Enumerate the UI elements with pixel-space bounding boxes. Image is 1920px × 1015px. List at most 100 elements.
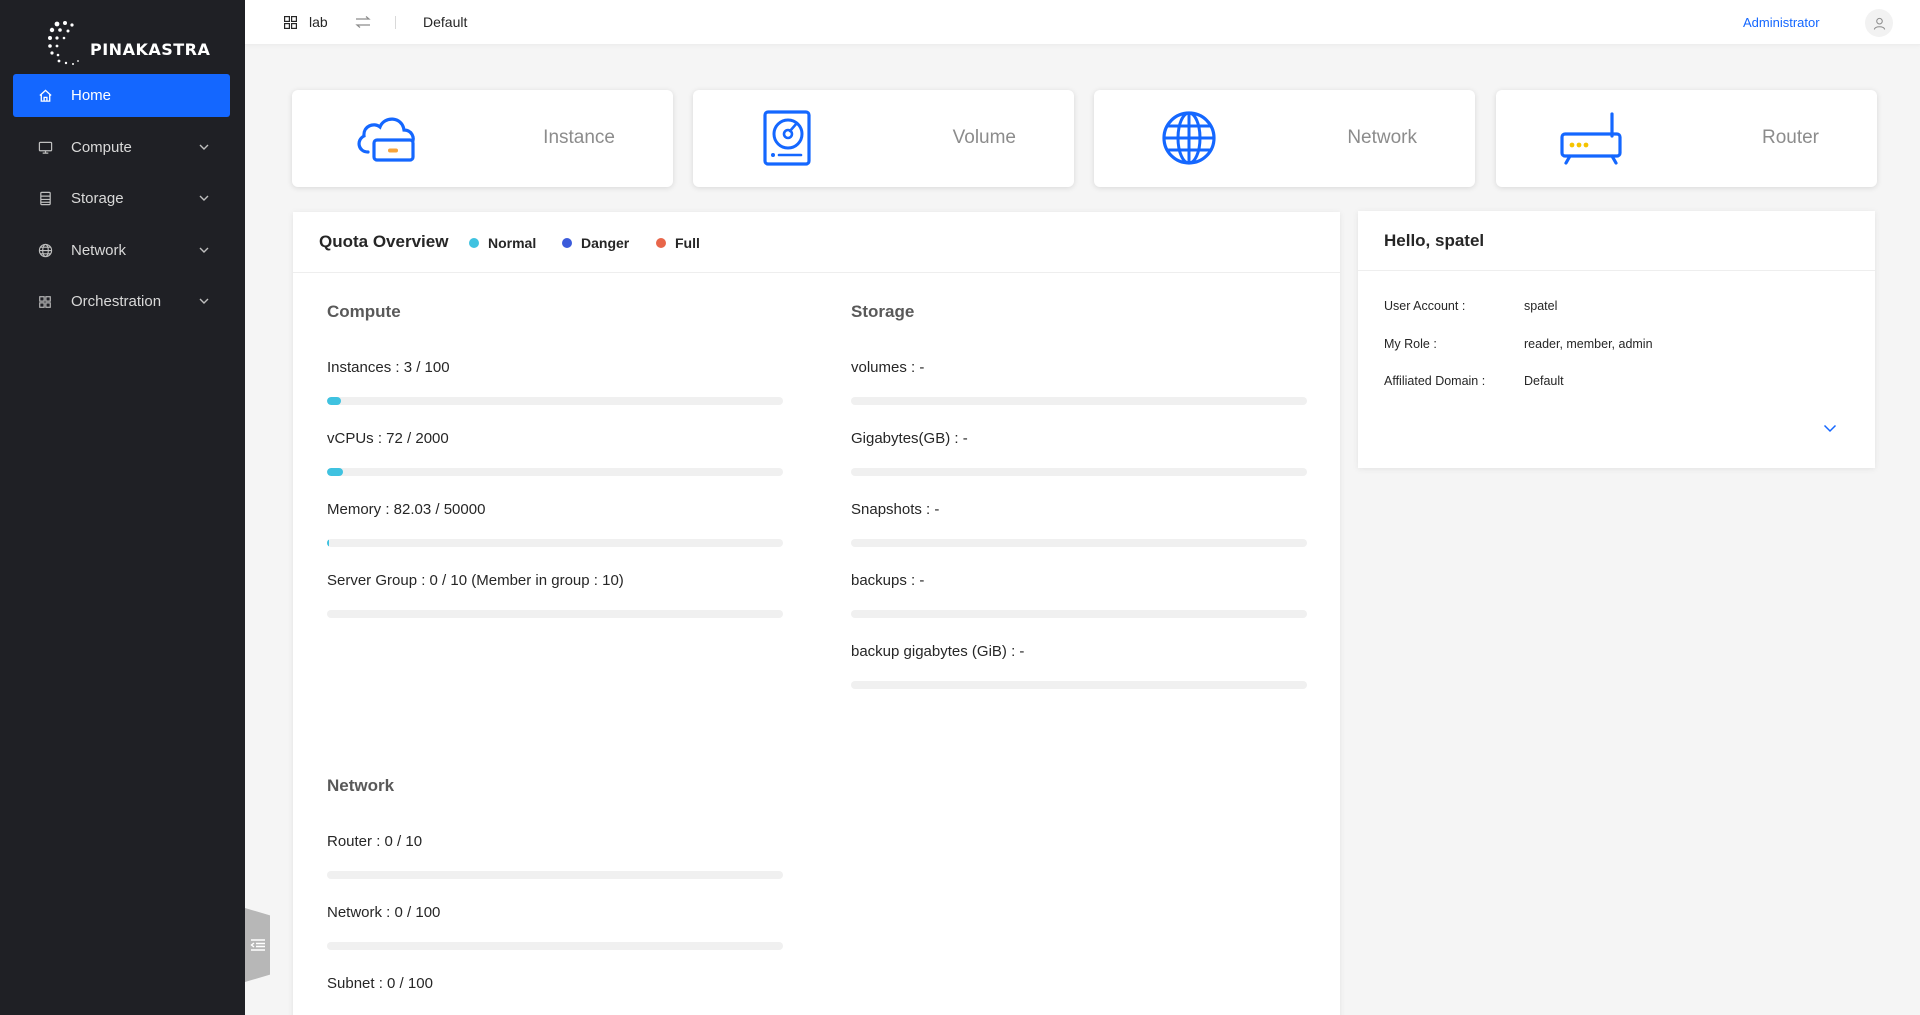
quota-row-router: Router : 0 / 10 [327,833,783,879]
sidebar-item-label: Home [71,87,112,104]
sidebar-item-label: Storage [71,190,124,207]
quota-row-network: Network : 0 / 100 [327,904,783,950]
quota-overview-panel: Quota Overview Normal Danger Full Comput… [293,212,1340,1015]
quota-row-snapshots: Snapshots : - [851,501,1307,547]
disk-icon [763,110,811,166]
quota-label: Network : 0 / 100 [327,904,441,921]
legend-dot [469,238,479,248]
section-title-network: Network [327,776,395,795]
quota-label: backup gigabytes (GiB) : - [851,643,1025,660]
quota-row-backups: backups : - [851,572,1307,618]
quota-row-volumes: volumes : - [851,359,1307,405]
user-avatar[interactable] [1865,9,1893,37]
chevron-down-icon [199,247,209,253]
quota-bar-fill [327,539,330,547]
quota-label: Server Group : 0 / 10 (Member in group :… [327,572,624,589]
user-icon [1873,17,1885,30]
chevron-down-icon[interactable] [1823,421,1837,435]
monitor-icon [37,139,53,155]
quota-bar [851,610,1307,618]
role-label: My Role : [1384,337,1437,351]
resource-label: Volume [952,127,1016,148]
sidebar-item-storage[interactable]: Storage [13,177,230,220]
quota-bar [851,681,1307,689]
section-title-storage: Storage [851,302,915,321]
domain-value: Default [1524,374,1564,388]
quota-row-vcpus: vCPUs : 72 / 2000 [327,430,783,476]
legend-normal: Normal [469,235,536,251]
resource-label: Network [1347,127,1417,148]
sidebar: PINAKASTRA Home Compute Storage Network … [0,0,245,1015]
quota-label: Router : 0 / 10 [327,833,423,850]
quota-row-server-group: Server Group : 0 / 10 (Member in group :… [327,572,783,618]
quota-bar [327,468,783,476]
quota-row-instances: Instances : 3 / 100 [327,359,783,405]
legend-full: Full [656,235,700,251]
quota-label: Memory : 82.03 / 50000 [327,501,486,518]
globe-icon [37,242,53,258]
administrator-link[interactable]: Administrator [1743,15,1820,30]
resource-card-instance[interactable]: Instance [292,90,673,187]
globe-icon [1162,111,1216,165]
quota-label: Instances : 3 / 100 [327,359,450,376]
user-info-panel: Hello, spatel User Account : spatel My R… [1358,211,1875,468]
project-name[interactable]: lab [309,14,328,30]
sidebar-item-label: Network [71,241,127,259]
quota-bar [327,539,783,547]
top-header: lab Default Administrator [245,0,1920,45]
greeting-title: Hello, spatel [1384,231,1485,250]
sidebar-item-compute[interactable]: Compute [13,126,230,169]
domain-name: Default [423,14,468,30]
quota-label: backups : - [851,572,925,589]
sidebar-item-home[interactable]: Home [13,74,230,117]
quota-label: Subnet : 0 / 100 [327,975,433,992]
brand-name: PINAKASTRA [90,39,211,59]
quota-row-backup-gigabytes: backup gigabytes (GiB) : - [851,643,1307,689]
resource-card-volume[interactable]: Volume [693,90,1074,187]
resource-label: Instance [543,127,615,148]
resource-label: Router [1761,127,1819,148]
grid-icon [37,294,53,310]
swap-icon[interactable] [355,15,371,29]
chevron-down-icon [199,144,209,150]
quota-bar [851,397,1307,405]
sidebar-item-label: Orchestration [71,293,162,310]
legend-label: Normal [488,235,537,251]
sidebar-item-network[interactable]: Network [13,229,230,272]
quota-bar [327,871,783,879]
legend-danger: Danger [562,235,629,251]
quota-bar-fill [327,397,341,405]
chevron-down-icon [199,298,209,304]
resource-card-network[interactable]: Network [1094,90,1475,187]
quota-header: Quota Overview Normal Danger Full [293,212,1340,273]
brand-mark-icon [48,21,79,65]
sidebar-nav: Home Compute Storage Network Orchestrati… [13,74,230,332]
quota-row-subnet: Subnet : 0 / 100 [327,975,783,995]
menu-fold-icon [249,939,265,951]
grid-icon[interactable] [284,16,297,29]
chevron-down-icon [199,195,209,201]
quota-label: Snapshots : - [851,501,940,518]
quota-bar-fill [327,468,344,476]
quota-bar [327,610,783,618]
quota-label: vCPUs : 72 / 2000 [327,430,449,447]
legend-dot [562,238,572,248]
domain-label: Affiliated Domain : [1384,374,1486,388]
user-account-label: User Account : [1384,299,1466,313]
quota-bar [327,397,783,405]
legend-label: Full [675,235,700,251]
cloud-server-icon [357,117,415,162]
role-value: reader, member, admin [1524,337,1653,351]
resource-card-router[interactable]: Router [1496,90,1877,187]
user-account-value: spatel [1524,299,1558,313]
quota-bar [327,942,783,950]
sidebar-collapse-toggle[interactable] [245,908,270,982]
quota-row-gigabytes: Gigabytes(GB) : - [851,430,1307,476]
quota-label: Gigabytes(GB) : - [851,430,968,447]
sidebar-item-orchestration[interactable]: Orchestration [13,280,230,323]
user-info-header: Hello, spatel [1358,211,1875,271]
sidebar-item-label: Compute [71,138,132,156]
brand-logo[interactable]: PINAKASTRA [46,18,210,70]
header-divider [395,16,396,29]
router-icon [1560,112,1622,165]
